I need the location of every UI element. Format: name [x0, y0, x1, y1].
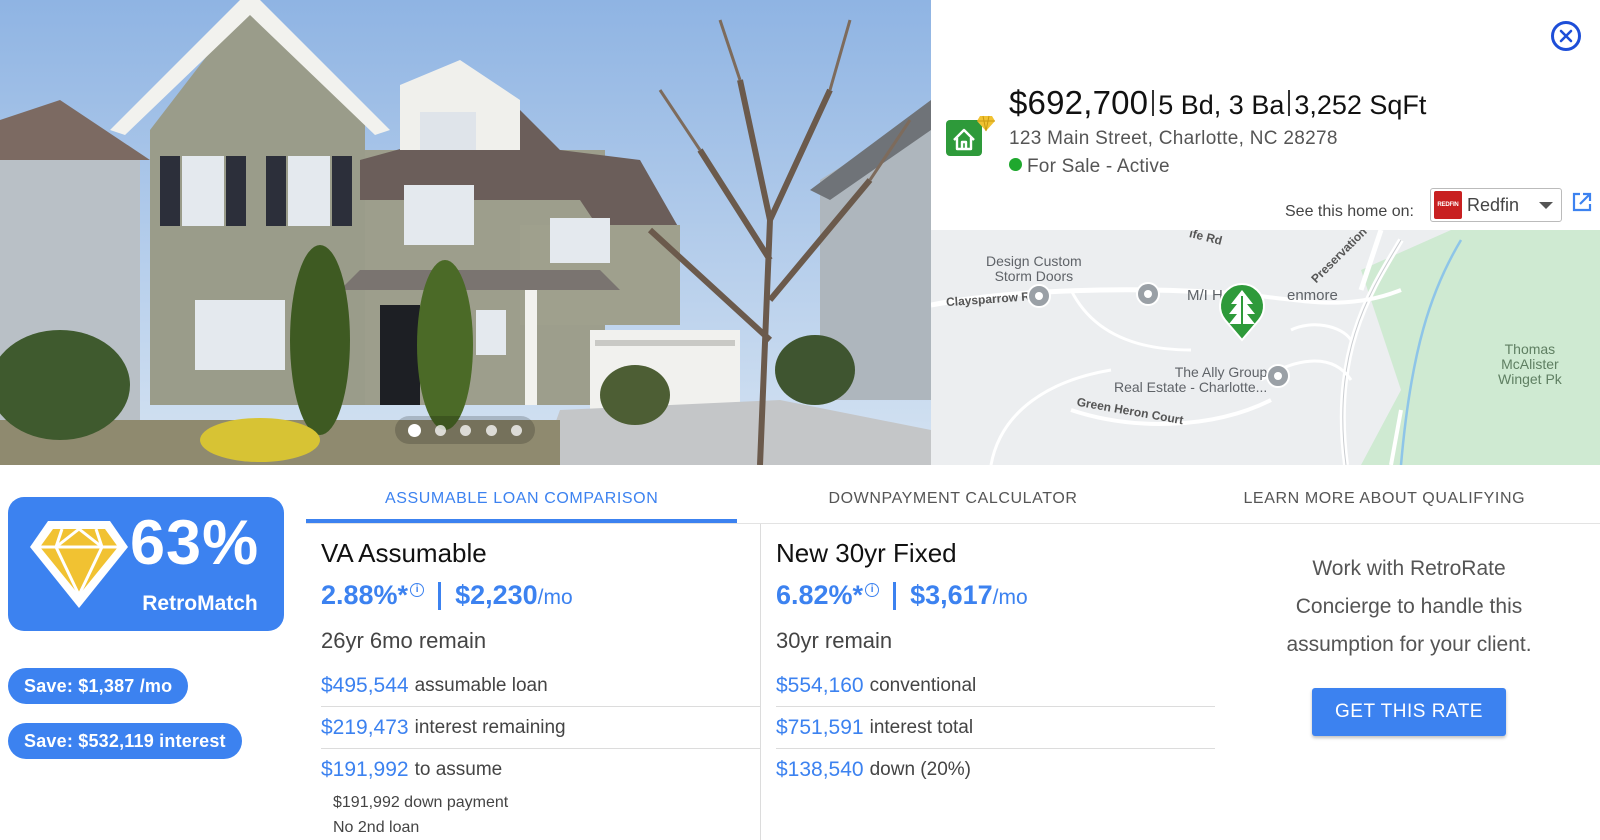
stat-label: conventional [869, 674, 977, 696]
va-stat-row: $219,473 interest remaining [321, 707, 760, 749]
new-stat-row: $751,591 interest total [776, 707, 1215, 749]
divider [1288, 90, 1291, 116]
retromatch-card: 63% RetroMatch [8, 497, 284, 631]
listing-status: For Sale - Active [1009, 156, 1170, 178]
carousel-dot[interactable] [485, 424, 497, 436]
va-stat-row: $191,992 to assume [321, 749, 760, 791]
va-rate: 2.88%* [321, 580, 409, 610]
get-this-rate-button[interactable]: GET THIS RATE [1312, 688, 1506, 736]
new-stat-row: $554,160 conventional [776, 665, 1215, 707]
location-map[interactable]: Design Custom Storm Doors Claysparrow Rd … [931, 230, 1600, 465]
stat-label: interest total [869, 716, 974, 738]
diamond-icon [30, 521, 128, 608]
listing-address: 123 Main Street, Charlotte, NC 28278 [1009, 128, 1338, 149]
new-loan-title: New 30yr Fixed [776, 538, 957, 568]
stat-amount: $138,540 [776, 758, 864, 781]
new-rate: 6.82%* [776, 580, 864, 610]
close-icon [1559, 29, 1573, 43]
listing-photo[interactable] [0, 0, 931, 465]
stat-amount: $219,473 [321, 715, 409, 739]
caret-down-icon [1539, 201, 1553, 209]
carousel-dot[interactable] [460, 424, 472, 436]
home-logo-icon [946, 115, 995, 156]
stat-label: assumable loan [414, 674, 548, 696]
per-month-unit: /mo [992, 586, 1028, 609]
tab-learn-more-qualifying[interactable]: LEARN MORE ABOUT QUALIFYING [1169, 480, 1600, 523]
info-icon[interactable]: i [410, 582, 425, 597]
va-stat-row: $495,544 assumable loan [321, 665, 760, 707]
close-button[interactable] [1551, 21, 1581, 51]
map-label: The Ally Group Real Estate - Charlotte... [1114, 364, 1268, 395]
stat-amount: $191,992 [321, 758, 409, 781]
carousel-dot[interactable] [408, 423, 422, 437]
carousel-dot[interactable] [510, 424, 522, 436]
park-label: Thomas McAlister Winget Pk [1498, 341, 1562, 387]
redfin-logo: REDFIN [1434, 191, 1462, 219]
stat-label: down (20%) [869, 759, 971, 780]
stat-label: to assume [414, 759, 503, 780]
match-percent: 63% [130, 508, 260, 578]
map-pin-icon[interactable] [1266, 364, 1290, 394]
listing-price: $692,700 [1009, 84, 1149, 121]
listing-summary: $692,700 5 Bd, 3 Ba 3,252 SqFt [1009, 84, 1426, 122]
loan-tabs: ASSUMABLE LOAN COMPARISON DOWNPAYMENT CA… [306, 480, 1600, 524]
new-payment: $3,617 [910, 580, 993, 610]
info-icon[interactable]: i [865, 582, 880, 597]
divider [893, 581, 897, 610]
va-detail: No 2nd loan [333, 819, 420, 836]
stat-amount: $495,544 [321, 673, 409, 697]
map-label: enmore [1287, 287, 1338, 304]
save-monthly-badge: Save: $1,387 /mo [8, 668, 189, 704]
listing-sqft: 3,252 SqFt [1294, 90, 1427, 120]
va-remain: 26yr 6mo remain [321, 628, 487, 653]
map-label: Design Custom Storm Doors [986, 253, 1082, 284]
concierge-text: Work with RetroRate Concierge to handle … [1286, 557, 1532, 656]
carousel-dot[interactable] [435, 424, 447, 436]
stat-label: interest remaining [414, 716, 566, 738]
status-dot-icon [1009, 157, 1022, 171]
photo-carousel-dots [395, 416, 535, 444]
source-selected-value: Redfin [1467, 194, 1520, 215]
va-payment: $2,230 [455, 580, 538, 610]
new-remain: 30yr remain [776, 628, 893, 653]
column-divider [760, 524, 761, 840]
status-text: For Sale - Active [1027, 156, 1170, 177]
map-pin-icon[interactable] [1027, 284, 1051, 314]
listing-source-select[interactable]: REDFIN Redfin [1430, 188, 1562, 222]
va-loan-rate-line: 2.88%* i $2,230 /mo [321, 580, 573, 611]
listing-beds-baths: 5 Bd, 3 Ba [1158, 90, 1285, 120]
va-loan-title: VA Assumable [321, 538, 487, 568]
house-photo-image [0, 0, 931, 465]
divider [1152, 90, 1155, 116]
tree-marker-icon[interactable] [1217, 282, 1267, 342]
new-loan-rate-line: 6.82%* i $3,617 /mo [776, 580, 1028, 611]
per-month-unit: /mo [537, 586, 573, 609]
divider [438, 581, 442, 610]
tab-downpayment-calculator[interactable]: DOWNPAYMENT CALCULATOR [737, 480, 1168, 523]
map-pin-icon[interactable] [1136, 282, 1160, 312]
save-interest-badge: Save: $532,119 interest [8, 723, 242, 759]
match-label: RetroMatch [142, 592, 258, 615]
external-link-icon[interactable] [1571, 191, 1593, 213]
stat-amount: $554,160 [776, 673, 864, 697]
tab-assumable-loan-comparison[interactable]: ASSUMABLE LOAN COMPARISON [306, 480, 738, 523]
stat-amount: $751,591 [776, 715, 864, 739]
new-stat-row: $138,540 down (20%) [776, 749, 1215, 791]
see-home-on-label: See this home on: [1285, 203, 1414, 220]
va-detail: $191,992 down payment [333, 794, 509, 811]
